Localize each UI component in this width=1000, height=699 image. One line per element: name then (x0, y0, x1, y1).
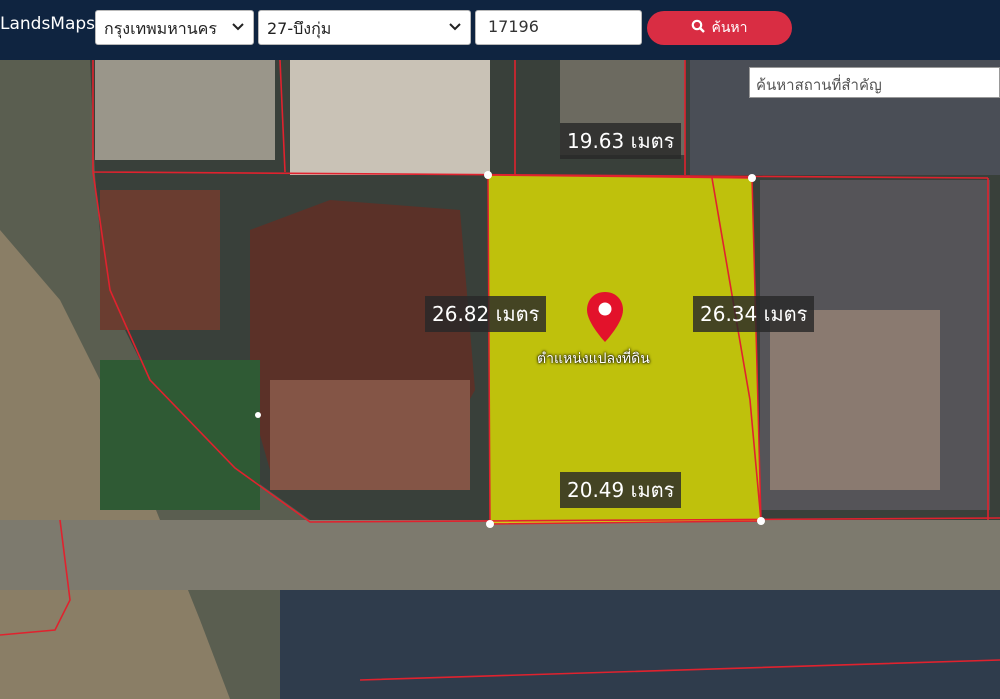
brand-logo-text: LandsMaps (0, 14, 96, 34)
search-icon (691, 19, 706, 37)
edge-label-left: 26.82 เมตร (425, 296, 547, 332)
chevron-down-icon (448, 19, 462, 33)
poi-search-input[interactable]: ค้นหาสถานที่สำคัญ (749, 67, 1000, 98)
chevron-down-icon (231, 19, 245, 33)
edge-label-right: 26.34 เมตร (693, 296, 815, 332)
top-toolbar: LandsMaps กรุงเทพมหานคร 27-บึงกุ่ม 17196… (0, 0, 1000, 60)
search-button-label: ค้นหา (711, 20, 748, 36)
district-select[interactable]: 27-บึงกุ่ม (258, 10, 471, 45)
edge-label-bottom: 20.49 เมตร (560, 472, 682, 508)
parcel-number-input[interactable]: 17196 (475, 10, 642, 45)
satellite-map[interactable] (0, 60, 1000, 699)
province-value: กรุงเทพมหานคร (104, 19, 217, 38)
edge-label-top: 19.63 เมตร (560, 123, 682, 159)
district-value: 27-บึงกุ่ม (267, 19, 332, 38)
search-button[interactable]: ค้นหา (647, 11, 792, 45)
province-select[interactable]: กรุงเทพมหานคร (95, 10, 254, 45)
map-pin-icon[interactable] (585, 290, 625, 344)
parcel-location-label: ตำแหน่งแปลงที่ดิน (537, 351, 650, 367)
